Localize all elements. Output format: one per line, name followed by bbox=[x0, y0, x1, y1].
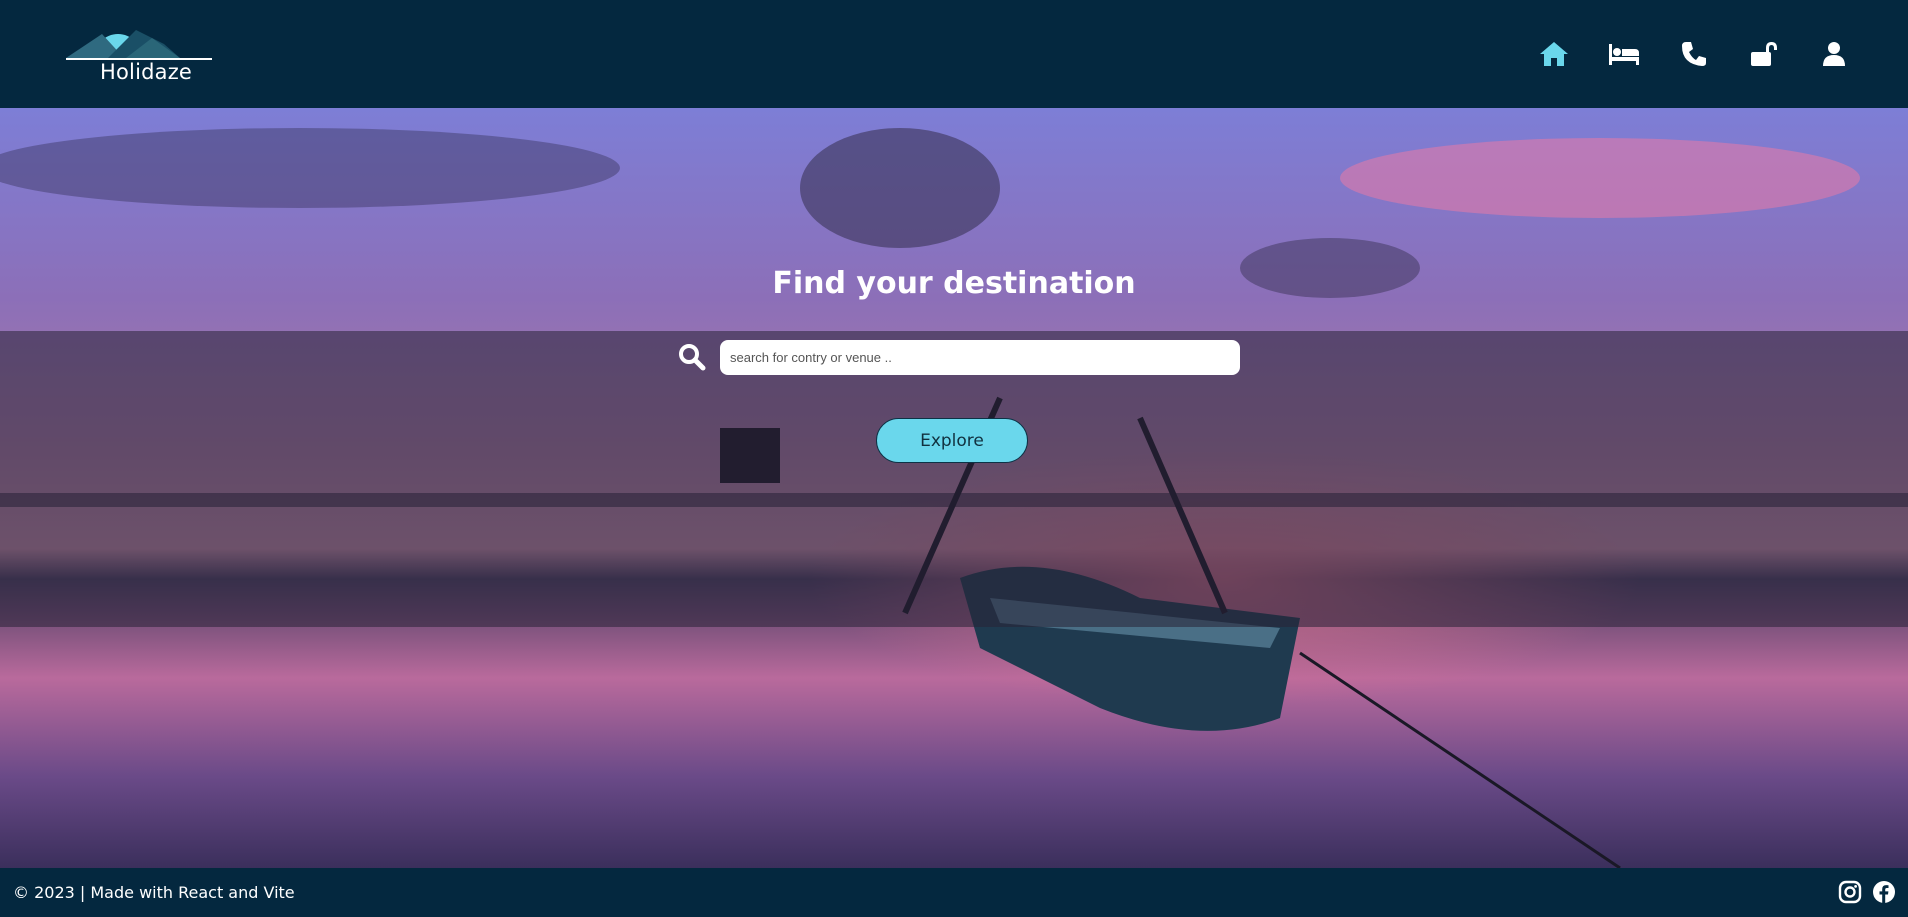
nav-home[interactable] bbox=[1536, 36, 1572, 72]
hero-overlay bbox=[0, 331, 1908, 627]
home-icon bbox=[1540, 42, 1568, 66]
nav-venues[interactable] bbox=[1606, 36, 1642, 72]
social-links bbox=[1838, 880, 1896, 904]
site-footer: © 2023 | Made with React and Vite bbox=[0, 868, 1908, 917]
explore-button[interactable]: Explore bbox=[876, 418, 1028, 463]
nav-contact[interactable] bbox=[1676, 36, 1712, 72]
logo-text: Holidaze bbox=[100, 60, 193, 84]
search-input[interactable] bbox=[720, 340, 1240, 375]
site-header: Holidaze bbox=[0, 0, 1908, 108]
search-icon bbox=[678, 343, 706, 371]
unlock-icon bbox=[1751, 42, 1777, 66]
phone-icon bbox=[1682, 42, 1706, 66]
facebook-icon[interactable] bbox=[1872, 880, 1896, 904]
user-icon bbox=[1823, 42, 1845, 66]
nav-profile[interactable] bbox=[1816, 36, 1852, 72]
bed-icon bbox=[1609, 44, 1639, 65]
main-nav bbox=[1536, 36, 1852, 72]
nav-login[interactable] bbox=[1746, 36, 1782, 72]
hero-title: Find your destination bbox=[772, 266, 1136, 301]
instagram-icon[interactable] bbox=[1838, 880, 1862, 904]
hero-section bbox=[0, 108, 1908, 868]
footer-copyright: © 2023 | Made with React and Vite bbox=[13, 883, 295, 902]
